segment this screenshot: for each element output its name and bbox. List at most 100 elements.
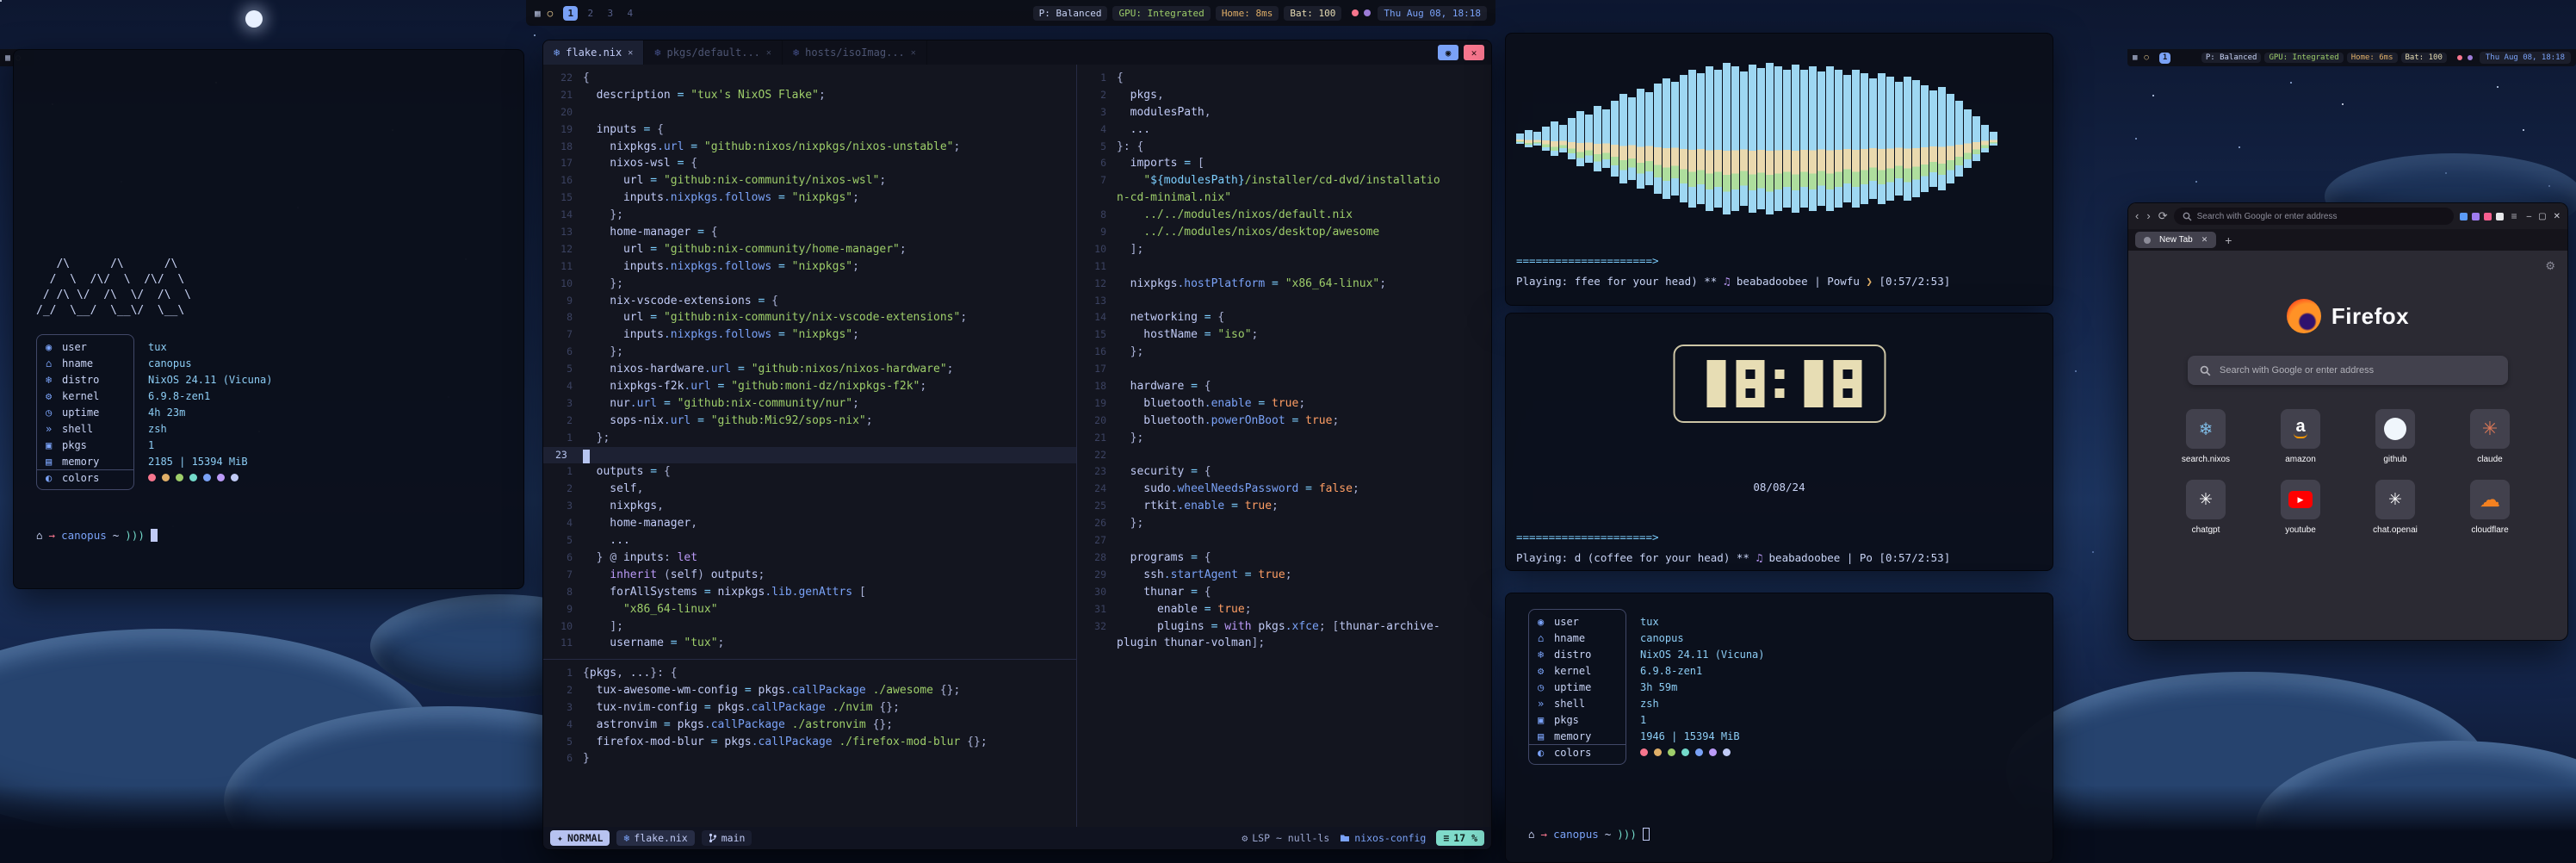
launcher-grid-icon[interactable]: ▦ xyxy=(5,53,10,63)
tile-icon: ✳ xyxy=(2186,480,2226,519)
hamburger-menu-icon[interactable]: ≡ xyxy=(2511,210,2517,222)
editor-tab-pkgs-default...[interactable]: ❄pkgs/default...✕ xyxy=(644,40,783,65)
tag-4[interactable]: 4 xyxy=(622,6,637,21)
tile-label: amazon xyxy=(2285,455,2316,464)
fetch-colors-row: ◐colors xyxy=(37,469,133,486)
tray-icon[interactable] xyxy=(1364,9,1371,16)
tag-1[interactable]: 1 xyxy=(563,6,578,21)
code-line: 2 pkgs, xyxy=(1077,87,1491,104)
tag-2[interactable]: 2 xyxy=(583,6,598,21)
nix-file-icon: ❄ xyxy=(654,47,660,59)
fetch-key-row: ▣pkgs xyxy=(1529,711,1625,728)
tray-icon[interactable] xyxy=(2468,55,2473,60)
personalize-gear-icon[interactable]: ⚙ xyxy=(2545,259,2555,273)
url-bar[interactable]: Search with Google or enter address xyxy=(2174,208,2454,225)
visualizer-column xyxy=(1602,109,1610,168)
neovim-window: ❄flake.nix✕❄pkgs/default...✕❄hosts/isoIm… xyxy=(542,40,1492,850)
eye-button[interactable]: ◉ xyxy=(1438,45,1458,60)
minimize-button[interactable]: – xyxy=(2527,212,2532,221)
git-branch: main xyxy=(702,830,752,846)
shortcut-tile-claude[interactable]: ✳claude xyxy=(2443,409,2537,464)
tile-icon: ✳ xyxy=(2470,409,2510,449)
pane-left-column: 22{21 description = "tux's NixOS Flake";… xyxy=(543,65,1077,827)
shell-prompt-right[interactable]: ⌂→canopus~))) xyxy=(1528,828,1656,841)
music-progress-line: =====================> xyxy=(1516,531,1659,543)
fastfetch-right: ◉user⌂hname❄distro⚙kernel◷uptime»shell▣p… xyxy=(1528,609,1993,781)
tab-close-icon[interactable]: ✕ xyxy=(911,48,916,58)
shortcut-tile-cloudflare[interactable]: ☁cloudflare xyxy=(2443,480,2537,535)
visualizer-column xyxy=(1835,70,1842,208)
visualizer-column xyxy=(1611,101,1619,177)
palette-dot xyxy=(1654,748,1662,756)
tag-3[interactable]: 3 xyxy=(603,6,617,21)
extension-icon[interactable] xyxy=(2484,213,2492,220)
visualizer-column xyxy=(1594,106,1601,171)
tag-1[interactable]: 1 xyxy=(2159,53,2170,64)
shortcut-tile-chatgpt[interactable]: ✳chatgpt xyxy=(2158,480,2253,535)
shortcut-tile-github[interactable]: github xyxy=(2348,409,2443,464)
reload-button[interactable]: ⟳ xyxy=(2158,209,2168,223)
extension-icon[interactable] xyxy=(2496,213,2504,220)
terminal-fastfetch-left[interactable]: /\ /\ /\ / \ /\/ \ /\/ \ / /\ \/ /\ \/ /… xyxy=(13,49,524,589)
code-line: 11 inputs.nixpkgs.follows = "nixpkgs"; xyxy=(543,258,1076,276)
tab-close-icon[interactable]: ✕ xyxy=(766,48,771,58)
fetch-value: tux xyxy=(1640,613,1765,630)
tab-close-icon[interactable]: ✕ xyxy=(2201,235,2208,245)
prompt-host: canopus xyxy=(61,529,107,542)
shortcut-tile-amazon[interactable]: aamazon xyxy=(2253,409,2348,464)
new-tab-button[interactable]: + xyxy=(2225,233,2232,247)
terminal-cursor[interactable] xyxy=(151,529,158,542)
fetch-value: zsh xyxy=(1640,695,1765,711)
newtab-search-input[interactable]: Search with Google or enter address xyxy=(2188,356,2508,385)
tray-icon[interactable] xyxy=(2457,55,2462,60)
fetch-key-row: ◷uptime xyxy=(1529,679,1625,695)
code-line: 2 self, xyxy=(543,481,1076,498)
code-line: 3 modulesPath, xyxy=(1077,104,1491,121)
clock-window[interactable]: 08/08/24 =====================> Playing:… xyxy=(1505,313,2053,571)
pane-pkgs-default-nix[interactable]: 1{pkgs, ...}: {2 tux-awesome-wm-config =… xyxy=(543,659,1076,827)
status-chips-right: P: BalancedGPU: IntegratedHome: 6msBat: … xyxy=(2198,53,2447,63)
shortcut-tile-chat.openai[interactable]: ✳chat.openai xyxy=(2348,480,2443,535)
maximize-button[interactable]: ▢ xyxy=(2538,212,2546,221)
nix-file-icon: ❄ xyxy=(793,47,799,59)
close-button[interactable]: ✕ xyxy=(2554,212,2561,221)
visualizer-column xyxy=(1981,125,1989,152)
shortcut-tile-search.nixos[interactable]: ❄search.nixos xyxy=(2158,409,2253,464)
tab-close-icon[interactable]: ✕ xyxy=(628,48,633,58)
cava-window[interactable]: =====================> Playing: ffee for… xyxy=(1505,33,2053,306)
status-chip: Bat: 100 xyxy=(2401,53,2447,63)
pane-flake-nix[interactable]: 22{21 description = "tux's NixOS Flake";… xyxy=(543,65,1076,659)
prompt-host: canopus xyxy=(1553,828,1599,841)
code-line: 21 description = "tux's NixOS Flake"; xyxy=(543,87,1076,104)
forward-button[interactable]: › xyxy=(2146,209,2150,223)
extension-icon[interactable] xyxy=(2460,213,2468,220)
launcher-grid-icon[interactable]: ▦ xyxy=(2133,53,2137,62)
tab-new-tab[interactable]: New Tab ✕ xyxy=(2135,232,2216,248)
terminal-cursor[interactable] xyxy=(1643,828,1650,841)
fetch-value: 4h 23m xyxy=(148,404,273,420)
code-line: 16 url = "github:nix-community/nixos-wsl… xyxy=(543,172,1076,189)
tray-icon[interactable] xyxy=(1352,9,1359,16)
palette-dot xyxy=(162,474,170,481)
visualizer-column xyxy=(1774,66,1782,211)
pane-hosts-iso[interactable]: 1{2 pkgs,3 modulesPath,4 ...5}: {6 impor… xyxy=(1077,65,1491,827)
shell-prompt-left[interactable]: ⌂→canopus~))) xyxy=(36,529,164,542)
editor-tab-hosts-isoImag...[interactable]: ❄hosts/isoImag...✕ xyxy=(783,40,927,65)
status-chip: Bat: 100 xyxy=(1284,6,1341,21)
extension-icon[interactable] xyxy=(2472,213,2480,220)
editor-tab-flake.nix[interactable]: ❄flake.nix✕ xyxy=(543,40,644,65)
code-line: 1{ xyxy=(1077,70,1491,87)
palette-dot xyxy=(1640,748,1648,756)
layout-circle-icon[interactable]: ○ xyxy=(2144,53,2148,62)
visualizer-column xyxy=(1533,132,1541,146)
layout-circle-icon[interactable]: ○ xyxy=(548,8,554,19)
window-close-button[interactable]: ✕ xyxy=(1464,45,1484,60)
firefox-new-tab-page: ⚙ Firefox Search with Google or enter ad… xyxy=(2128,251,2567,640)
back-button[interactable]: ‹ xyxy=(2135,209,2139,223)
code-line: 7 "${modulesPath}/installer/cd-dvd/insta… xyxy=(1077,172,1491,189)
launcher-grid-icon[interactable]: ▦ xyxy=(535,8,541,19)
terminal-fastfetch-right[interactable]: ◉user⌂hname❄distro⚙kernel◷uptime»shell▣p… xyxy=(1505,593,2053,863)
palette-dot xyxy=(176,474,183,481)
shortcut-tile-youtube[interactable]: ▶youtube xyxy=(2253,480,2348,535)
code-line: 10 ]; xyxy=(1077,241,1491,258)
